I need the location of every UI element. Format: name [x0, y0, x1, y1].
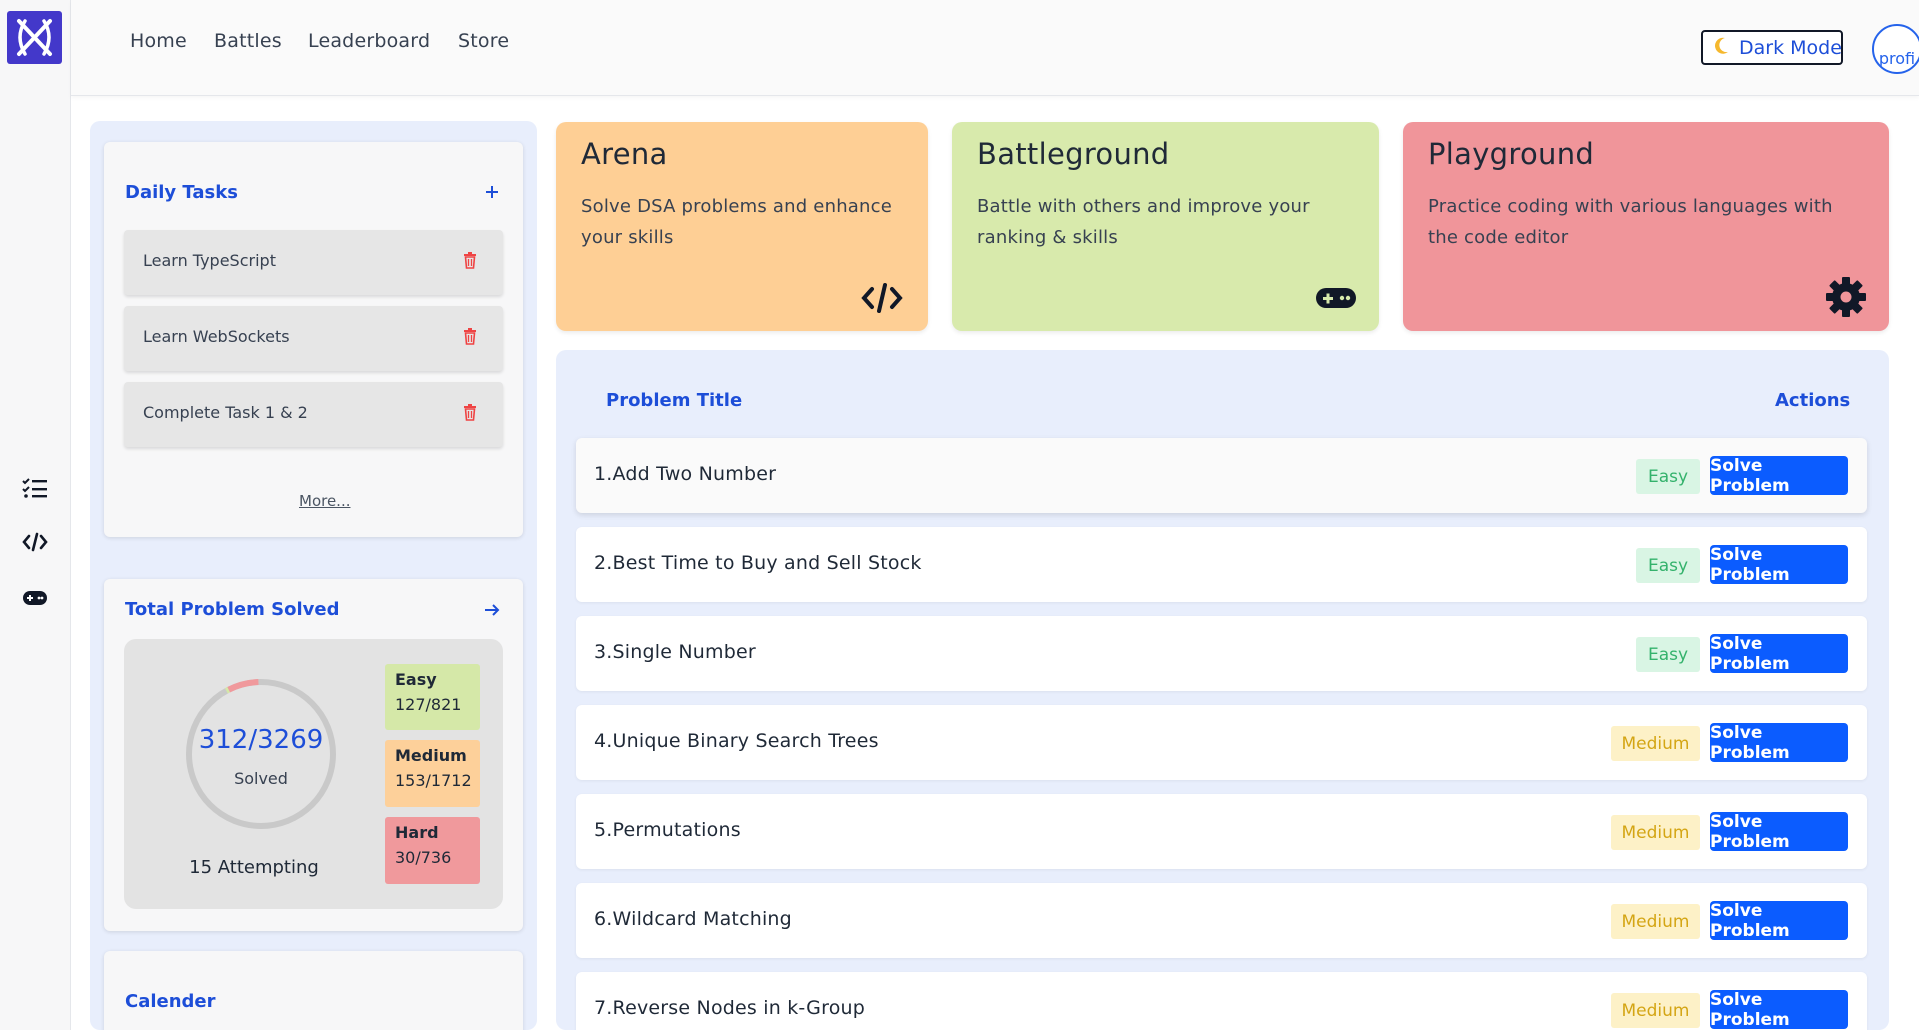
daily-tasks-title: Daily Tasks: [125, 182, 238, 203]
problem-title: 7.Reverse Nodes in k-Group: [594, 997, 866, 1019]
solve-problem-button[interactable]: Solve Problem: [1710, 545, 1848, 585]
add-task-icon[interactable]: [484, 184, 500, 204]
problem-title: 4.Unique Binary Search Trees: [594, 730, 879, 752]
difficulty-badge: Medium: [1611, 904, 1700, 939]
mode-description: Battle with others and improve your rank…: [977, 196, 1310, 248]
problem-title: 2.Best Time to Buy and Sell Stock: [594, 552, 922, 574]
dark-mode-label: Dark Mode: [1739, 36, 1842, 59]
avatar[interactable]: profi: [1872, 24, 1919, 74]
mode-title: Arena: [581, 137, 668, 171]
solve-problem-button[interactable]: Solve Problem: [1710, 990, 1848, 1030]
task-item: Learn TypeScript: [124, 230, 503, 295]
attempting-count: 15 Attempting: [189, 857, 319, 878]
easy-stat: Easy 127/821: [385, 664, 480, 730]
difficulty-name: Easy: [395, 670, 437, 689]
problem-title: 6.Wildcard Matching: [594, 908, 792, 930]
calendar-title: Calender: [125, 991, 216, 1012]
trash-icon[interactable]: [463, 251, 477, 273]
trash-icon[interactable]: [463, 403, 477, 425]
nav-store[interactable]: Store: [458, 30, 509, 52]
task-label: Complete Task 1 & 2: [143, 403, 308, 422]
solve-problem-button[interactable]: Solve Problem: [1710, 812, 1848, 852]
mode-title: Battleground: [977, 137, 1170, 171]
difficulty-badge: Easy: [1636, 548, 1700, 583]
playground-card[interactable]: Playground Practice coding with various …: [1403, 122, 1889, 331]
difficulty-name: Medium: [395, 746, 467, 765]
arrow-right-icon[interactable]: [484, 602, 500, 621]
problem-title: 3.Single Number: [594, 641, 756, 663]
difficulty-badge: Easy: [1636, 459, 1700, 494]
medium-stat: Medium 153/1712: [385, 740, 480, 807]
difficulty-value: 153/1712: [395, 771, 472, 790]
battleground-card[interactable]: Battleground Battle with others and impr…: [952, 122, 1379, 331]
nav-home[interactable]: Home: [130, 30, 187, 52]
difficulty-value: 127/821: [395, 695, 462, 714]
gear-icon: [1825, 276, 1867, 322]
left-column: Daily Tasks Learn TypeScript Learn WebSo…: [90, 121, 537, 1030]
mode-description: Solve DSA problems and enhance your skil…: [581, 196, 893, 248]
problem-row[interactable]: 7.Reverse Nodes in k-Group Medium Solve …: [576, 972, 1867, 1030]
avatar-alt-text: profi: [1878, 49, 1916, 68]
actions-header: Actions: [1775, 390, 1851, 411]
difficulty-badge: Medium: [1611, 993, 1700, 1028]
code-icon: [861, 282, 903, 318]
moon-icon: [1715, 37, 1729, 59]
difficulty-badge: Medium: [1611, 726, 1700, 761]
problem-list: Problem Title Actions 1.Add Two Number E…: [556, 350, 1889, 1030]
total-solved-card: Total Problem Solved 312/3269 Solved 15 …: [104, 579, 523, 931]
task-item: Learn WebSockets: [124, 306, 503, 371]
arena-card[interactable]: Arena Solve DSA problems and enhance you…: [556, 122, 928, 331]
solved-count: 312/3269: [198, 725, 324, 755]
solved-label: Solved: [234, 769, 288, 788]
solved-stats-box: 312/3269 Solved 15 Attempting Easy 127/8…: [124, 639, 503, 909]
problem-row[interactable]: 5.Permutations Medium Solve Problem: [576, 794, 1867, 869]
difficulty-badge: Medium: [1611, 815, 1700, 850]
hard-stat: Hard 30/736: [385, 817, 480, 884]
total-solved-title: Total Problem Solved: [125, 599, 340, 620]
problem-row[interactable]: 3.Single Number Easy Solve Problem: [576, 616, 1867, 691]
difficulty-name: Hard: [395, 823, 439, 842]
daily-tasks-card: Daily Tasks Learn TypeScript Learn WebSo…: [104, 142, 523, 537]
gamepad-icon[interactable]: [19, 582, 51, 614]
problem-row[interactable]: 4.Unique Binary Search Trees Medium Solv…: [576, 705, 1867, 780]
problem-row[interactable]: 1.Add Two Number Easy Solve Problem: [576, 438, 1867, 513]
task-label: Learn TypeScript: [143, 251, 276, 270]
problem-row[interactable]: 6.Wildcard Matching Medium Solve Problem: [576, 883, 1867, 958]
trash-icon[interactable]: [463, 327, 477, 349]
more-tasks-link[interactable]: More...: [299, 492, 351, 510]
problem-title-header: Problem Title: [606, 390, 743, 411]
code-icon[interactable]: [19, 526, 51, 558]
difficulty-badge: Easy: [1636, 637, 1700, 672]
gamepad-icon: [1315, 286, 1357, 314]
task-list-icon[interactable]: [19, 472, 51, 504]
problem-title: 1.Add Two Number: [594, 463, 777, 485]
solve-problem-button[interactable]: Solve Problem: [1710, 723, 1848, 763]
solve-problem-button[interactable]: Solve Problem: [1710, 901, 1848, 941]
problem-row[interactable]: 2.Best Time to Buy and Sell Stock Easy S…: [576, 527, 1867, 602]
task-item: Complete Task 1 & 2: [124, 382, 503, 447]
sidebar: [0, 0, 71, 1030]
app-logo[interactable]: [7, 11, 62, 64]
mode-description: Practice coding with various languages w…: [1428, 196, 1833, 248]
nav-battles[interactable]: Battles: [214, 30, 282, 52]
difficulty-value: 30/736: [395, 848, 452, 867]
nav-leaderboard[interactable]: Leaderboard: [308, 30, 430, 52]
dark-mode-toggle[interactable]: Dark Mode: [1701, 30, 1843, 65]
task-label: Learn WebSockets: [143, 327, 290, 346]
mode-title: Playground: [1428, 137, 1595, 171]
top-navbar: Home Battles Leaderboard Store Dark Mode…: [71, 0, 1919, 96]
calendar-card: Calender: [104, 951, 523, 1030]
solve-problem-button[interactable]: Solve Problem: [1710, 634, 1848, 674]
problem-title: 5.Permutations: [594, 819, 741, 841]
solve-problem-button[interactable]: Solve Problem: [1710, 456, 1848, 496]
